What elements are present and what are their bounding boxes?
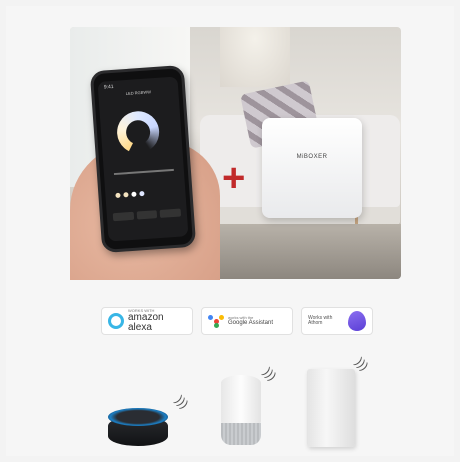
phone-time: 9:41 — [103, 83, 114, 91]
google-badge-big: Google Assistant — [228, 320, 274, 326]
plus-icon: + — [222, 156, 246, 200]
phone-button — [136, 210, 158, 220]
homey-badge: Works with Athom — [301, 307, 373, 335]
amazon-echo-dot — [108, 404, 168, 446]
phone-buttons — [112, 208, 182, 222]
color-temperature-ring — [115, 109, 161, 155]
preset-dot — [131, 191, 137, 197]
homey-icon — [348, 311, 366, 331]
preset-dot — [115, 192, 121, 199]
alexa-badge-big: amazon alexa — [128, 312, 164, 333]
phone-button — [112, 211, 134, 222]
compatibility-badges: WORKS WITH amazon alexa works with the G… — [101, 307, 373, 335]
google-assistant-icon — [208, 314, 224, 328]
homey-device — [307, 369, 355, 447]
wifi-hub: MiBOXER — [262, 118, 362, 218]
preset-dots — [115, 190, 145, 199]
alexa-badge: WORKS WITH amazon alexa — [101, 307, 193, 335]
google-home — [221, 375, 261, 445]
google-badge: works with the Google Assistant — [201, 307, 293, 335]
preset-dot — [139, 190, 145, 197]
phone-button — [159, 208, 182, 218]
preset-dot — [123, 192, 129, 198]
hub-brand: MiBOXER — [296, 154, 328, 160]
lamp — [220, 27, 290, 87]
smartphone: 9:41 LED RGBWW — [89, 64, 197, 254]
alexa-icon — [108, 313, 124, 329]
homey-badge-small: Works with Athom — [308, 315, 333, 326]
brightness-slider — [113, 168, 174, 176]
phone-screen: 9:41 LED RGBWW — [97, 76, 189, 242]
